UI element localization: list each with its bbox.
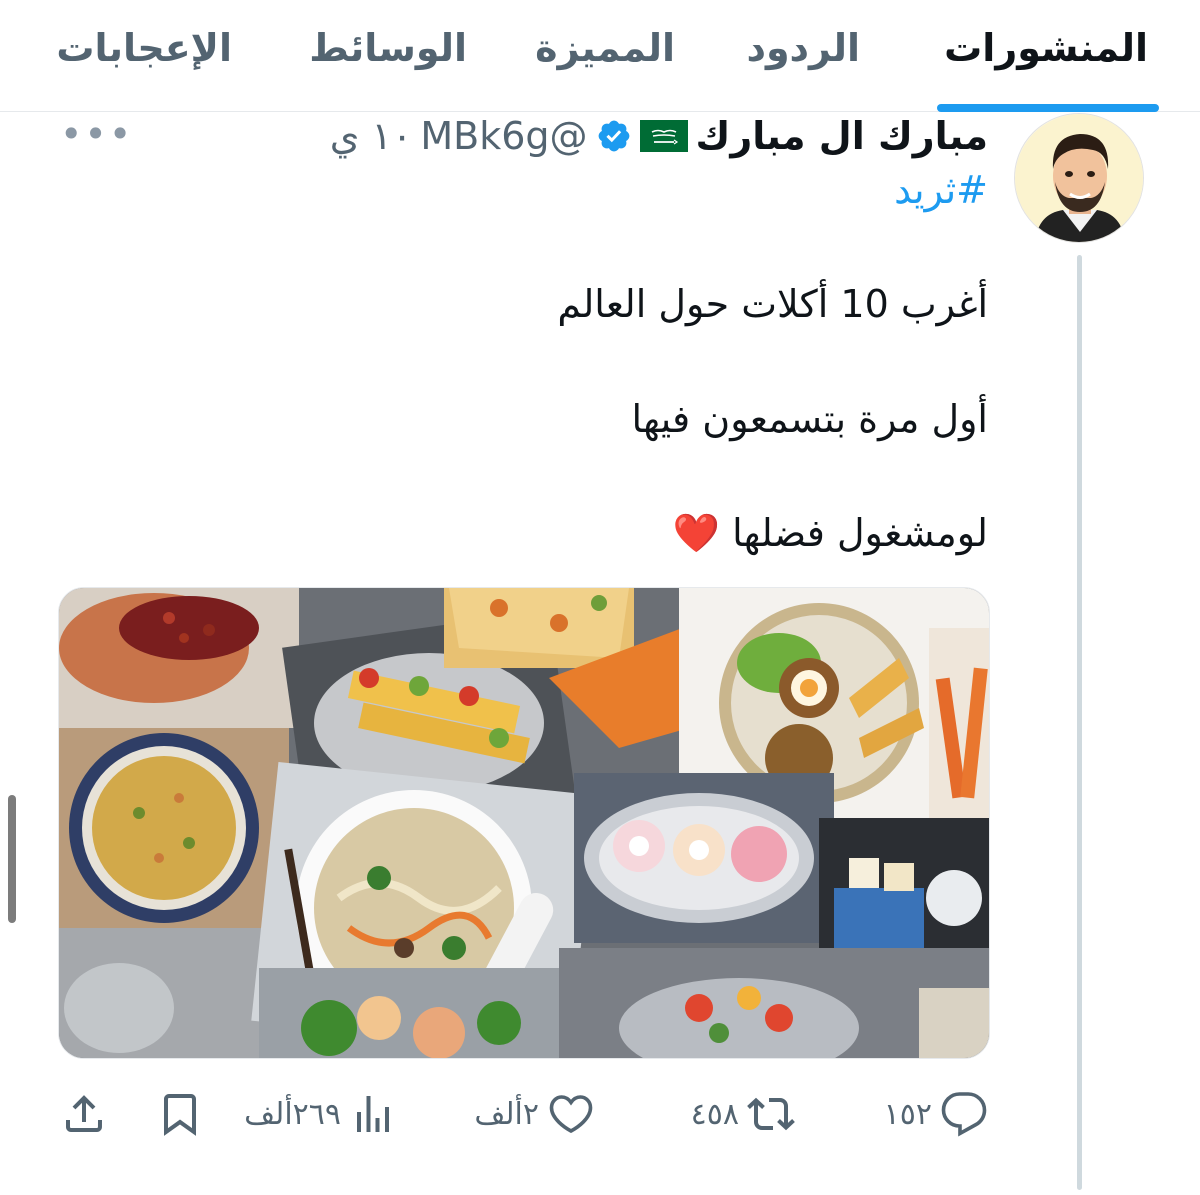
reply-count: ١٥٢ [883, 1096, 932, 1132]
heart-icon [547, 1090, 595, 1138]
repost-count: ٤٥٨ [690, 1096, 739, 1132]
verified-badge-icon [596, 118, 632, 154]
post-text-line-3: لومشغول فضلها ❤️ [672, 511, 988, 555]
like-count: ٢ألف [474, 1096, 539, 1132]
post-action-bar: ١٥٢ ٤٥٨ ٢ألف ٢٦٩ألف [0, 1080, 1200, 1150]
post-text-line-2: أول مرة بتسمعون فيها [631, 397, 989, 441]
more-icon[interactable]: ••• [60, 112, 133, 156]
reply-button[interactable]: ١٥٢ [884, 1088, 988, 1140]
hashtag-link[interactable]: #ثريد [894, 168, 988, 212]
scrollbar[interactable] [8, 795, 16, 923]
share-button[interactable] [60, 1088, 108, 1140]
like-button[interactable]: ٢ألف [474, 1088, 595, 1140]
post-header: مبارك ال مبارك @MBk6g ١٠ ي [330, 108, 988, 164]
post-time[interactable]: ١٠ ي [330, 114, 413, 158]
reply-icon [940, 1090, 988, 1138]
tab-replies[interactable]: الردود [746, 26, 860, 70]
thread-line [1077, 255, 1082, 1190]
profile-tabs: المنشورات الردود المميزة الوسائط الإعجاب… [0, 0, 1200, 112]
bookmark-icon [156, 1090, 204, 1138]
tab-posts[interactable]: المنشورات [944, 26, 1148, 70]
bookmark-button[interactable] [156, 1088, 204, 1140]
repost-icon [747, 1090, 795, 1138]
tab-media[interactable]: الوسائط [309, 26, 467, 70]
avatar[interactable] [1014, 113, 1144, 243]
food-collage-image[interactable] [58, 587, 990, 1059]
tab-likes[interactable]: الإعجابات [56, 26, 232, 70]
user-handle[interactable]: @MBk6g [420, 114, 587, 158]
views-count: ٢٦٩ألف [244, 1096, 341, 1132]
views-button[interactable]: ٢٦٩ألف [244, 1088, 397, 1140]
tab-highlights[interactable]: المميزة [535, 26, 675, 70]
display-name[interactable]: مبارك ال مبارك [696, 114, 988, 158]
repost-button[interactable]: ٤٥٨ [691, 1088, 795, 1140]
saudi-flag-icon [639, 120, 688, 152]
share-icon [60, 1090, 108, 1138]
analytics-icon [349, 1090, 397, 1138]
post-text-line-1: أغرب 10 أكلات حول العالم [557, 282, 988, 326]
